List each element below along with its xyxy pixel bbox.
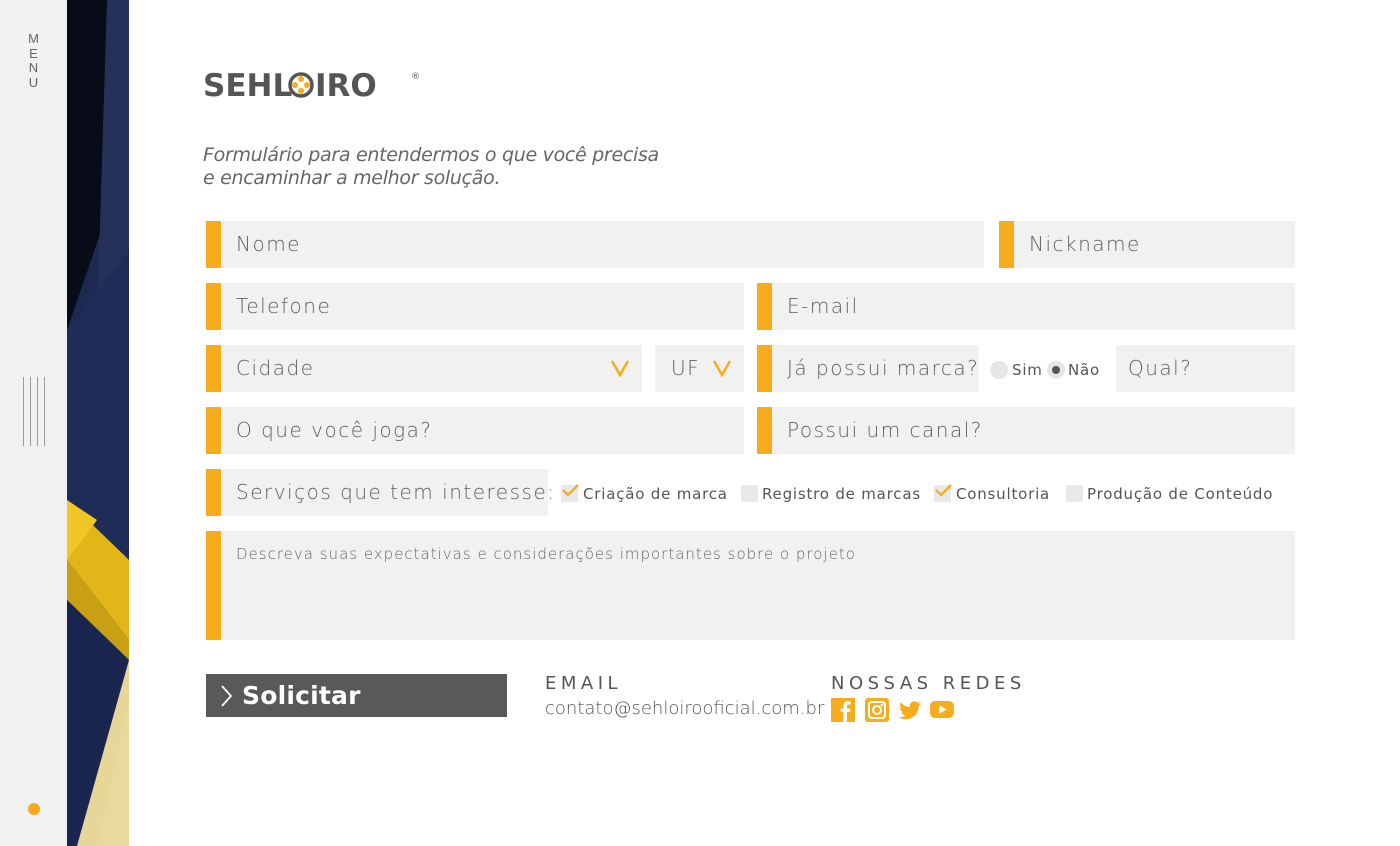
chevron-down-icon (713, 360, 731, 377)
channel-placeholder: Possui um canal? (787, 418, 983, 442)
game-placeholder: O que você joga? (236, 418, 433, 442)
field-accent-bar (757, 407, 772, 454)
intro-line-1: Formulário para entendermos o que você p… (203, 144, 659, 166)
radio-sim-label: Sim (1012, 361, 1043, 379)
instagram-icon[interactable] (865, 698, 889, 722)
field-accent-bar (206, 221, 221, 268)
nickname-field[interactable]: Nickname (1014, 221, 1295, 268)
contact-email-link[interactable]: contato@sehloirooficial.com.br (545, 698, 824, 719)
project-description-textarea[interactable]: Descreva suas expectativas e consideraçõ… (221, 531, 1295, 640)
svg-text:®: ® (411, 72, 420, 82)
field-accent-bar (206, 345, 221, 392)
which-brand-field[interactable]: Qual? (1116, 345, 1295, 392)
menu-toggle-label[interactable]: MENU (27, 31, 41, 90)
field-accent-bar (206, 531, 221, 640)
services-label-box: Serviços que tem interesse: (221, 469, 554, 516)
phone-field[interactable]: Telefone (221, 283, 744, 330)
brand-logo[interactable]: SEHL IRO ® (203, 68, 421, 105)
indicator-dot (28, 803, 40, 815)
checkbox-criacao-de-marca[interactable] (561, 484, 579, 502)
facebook-icon[interactable] (831, 698, 855, 722)
checkmark-icon (935, 484, 952, 497)
menu-lines-icon[interactable] (23, 377, 45, 446)
checkbox-producao-de-conteudo[interactable] (1066, 485, 1083, 502)
radio-sim[interactable] (990, 361, 1008, 379)
checkbox-label: Registro de marcas (762, 485, 921, 503)
game-field[interactable]: O que você joga? (221, 407, 744, 454)
email-placeholder: E-mail (787, 294, 859, 318)
radio-nao[interactable] (1047, 361, 1065, 379)
radio-nao-label: Não (1068, 361, 1100, 379)
channel-field[interactable]: Possui um canal? (772, 407, 1295, 454)
form-intro: Formulário para entendermos o que você p… (203, 144, 659, 189)
field-accent-bar (757, 283, 772, 330)
name-field[interactable]: Nome (221, 221, 984, 268)
services-label: Serviços que tem interesse: (236, 480, 556, 504)
brand-question: Já possui marca? (772, 345, 979, 392)
field-accent-bar (206, 283, 221, 330)
intro-line-2: e encaminhar a melhor solução. (203, 166, 501, 189)
nickname-placeholder: Nickname (1029, 232, 1141, 256)
city-placeholder: Cidade (236, 356, 315, 380)
phone-placeholder: Telefone (236, 294, 332, 318)
svg-text:SEHL: SEHL (203, 68, 292, 100)
youtube-icon[interactable] (930, 698, 954, 722)
checkmark-icon (562, 484, 579, 497)
checkbox-registro-de-marcas[interactable] (741, 485, 758, 502)
social-heading: NOSSAS REDES (831, 673, 1026, 694)
chevron-down-icon (611, 360, 629, 377)
description-placeholder: Descreva suas expectativas e consideraçõ… (236, 545, 856, 563)
request-quote-label: Solicitar orçamento (242, 681, 395, 753)
checkbox-label: Produção de Conteúdo (1087, 485, 1274, 503)
checkbox-label: Consultoria (956, 485, 1051, 503)
twitter-icon[interactable] (898, 698, 922, 722)
decorative-art-strip (67, 0, 129, 846)
field-accent-bar (999, 221, 1014, 268)
checkbox-consultoria[interactable] (934, 484, 952, 502)
email-heading: EMAIL (545, 673, 623, 694)
request-quote-button[interactable]: Solicitar orçamento (206, 674, 507, 753)
chevron-right-icon (221, 685, 232, 707)
state-select[interactable]: UF (655, 345, 744, 392)
state-placeholder: UF (671, 356, 701, 380)
email-field[interactable]: E-mail (772, 283, 1295, 330)
side-menu-rail: MENU (0, 0, 67, 846)
field-accent-bar (757, 345, 772, 392)
which-brand-placeholder: Qual? (1128, 356, 1193, 380)
name-placeholder: Nome (236, 232, 301, 256)
svg-text:IRO: IRO (315, 68, 377, 100)
brand-question-label: Já possui marca? (787, 356, 980, 380)
checkbox-label: Criação de marca (583, 485, 728, 503)
city-select[interactable]: Cidade (221, 345, 642, 392)
field-accent-bar (206, 407, 221, 454)
field-accent-bar (206, 469, 221, 516)
